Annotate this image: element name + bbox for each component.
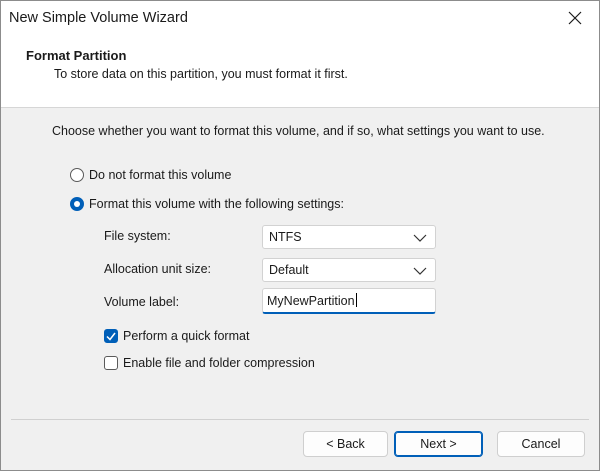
close-icon [568, 11, 582, 25]
allocation-unit-label: Allocation unit size: [104, 262, 212, 276]
radio-do-not-format[interactable]: Do not format this volume [70, 168, 231, 182]
volume-label-label: Volume label: [104, 295, 180, 309]
volume-label-input[interactable]: MyNewPartition [262, 288, 436, 314]
quick-format-label: Perform a quick format [123, 329, 250, 343]
radio-format-volume[interactable]: Format this volume with the following se… [70, 197, 344, 211]
checkmark-icon [106, 332, 116, 341]
wizard-header: Format Partition To store data on this p… [1, 36, 599, 108]
title-bar: New Simple Volume Wizard [1, 1, 599, 36]
page-subtitle: To store data on this partition, you mus… [54, 67, 348, 81]
allocation-unit-value: Default [269, 263, 309, 277]
text-caret [355, 293, 357, 307]
compression-checkbox[interactable]: Enable file and folder compression [104, 356, 315, 370]
cancel-button[interactable]: Cancel [497, 431, 585, 457]
page-title: Format Partition [26, 48, 127, 63]
file-system-label: File system: [104, 229, 171, 243]
radio-unchecked-icon[interactable] [70, 168, 84, 182]
window-title: New Simple Volume Wizard [9, 10, 188, 26]
chevron-down-icon [413, 267, 427, 275]
compression-label: Enable file and folder compression [123, 356, 315, 370]
checkbox-unchecked-icon[interactable] [104, 356, 118, 370]
close-button[interactable] [553, 1, 599, 36]
footer-divider [11, 419, 589, 420]
back-button[interactable]: < Back [303, 431, 388, 457]
quick-format-checkbox[interactable]: Perform a quick format [104, 329, 249, 343]
instructions-text: Choose whether you want to format this v… [52, 124, 545, 138]
allocation-unit-select[interactable]: Default [262, 258, 436, 282]
file-system-select[interactable]: NTFS [262, 225, 436, 249]
checkbox-checked-icon[interactable] [104, 329, 118, 343]
file-system-value: NTFS [269, 230, 302, 244]
volume-label-value: MyNewPartition [267, 294, 355, 308]
radio-do-not-format-label: Do not format this volume [89, 168, 232, 182]
wizard-window: New Simple Volume Wizard Format Partitio… [0, 0, 600, 471]
radio-format-volume-label: Format this volume with the following se… [89, 197, 344, 211]
chevron-down-icon [413, 234, 427, 242]
radio-checked-icon[interactable] [70, 197, 84, 211]
next-button[interactable]: Next > [394, 431, 483, 457]
